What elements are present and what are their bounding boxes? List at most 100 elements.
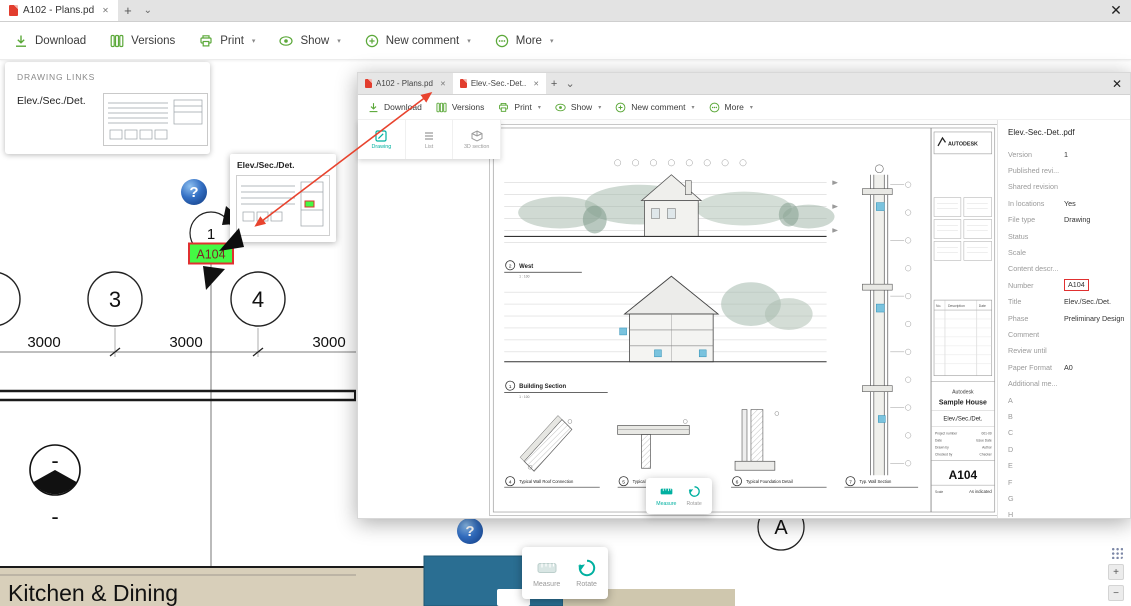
new-comment-button[interactable]: New comment ▾ [365,34,471,48]
new-comment-caret-icon: ▾ [692,104,695,111]
tab-label: A102 - Plans.pd [23,5,94,16]
sheet-detail-floor-connection [618,419,690,468]
details-row-label: File type [1008,215,1064,224]
download-button[interactable]: Download [14,34,86,48]
details-row-label: A [1008,396,1064,405]
details-row: Comment [1008,326,1126,342]
help-question-ball[interactable]: ? [181,179,207,205]
a104-drawing-link[interactable]: A104 [189,244,233,264]
print-button[interactable]: Print ▾ [199,34,255,48]
show-eye-icon [555,102,566,113]
view-mode-list[interactable]: List [406,120,454,159]
new-tab-button[interactable]: + [118,0,138,21]
sheet-drawing: 2 West 1 : 100 [490,125,998,515]
grid-bubble-3: 3 [88,272,142,326]
svg-text:Date: Date [979,304,986,308]
details-row-label: D [1008,445,1064,454]
rotate-button[interactable]: Rotate [686,485,701,507]
tab-list-chevron-icon[interactable]: ⌄ [138,0,158,21]
sheet-view-label-wall-section: 7 Typ. Wall Section [844,477,918,488]
details-row: A [1008,392,1126,408]
popup-tab-bar: A102 - Plans.pd ✕ Elev.-Sec.-Det.. ✕ + ⌄… [358,73,1130,95]
more-button[interactable]: More ▾ [709,102,753,113]
new-comment-button[interactable]: New comment ▾ [615,102,694,113]
details-row-value: Yes [1064,199,1076,208]
more-icon [495,34,509,48]
pdf-icon [365,79,372,88]
view-mode-3d-section[interactable]: 3D section [453,120,501,159]
close-popup-icon[interactable]: ✕ [1104,73,1130,94]
print-caret-icon: ▾ [538,104,541,111]
svg-text:2: 2 [509,263,512,269]
details-row: Published revi... [1008,162,1126,178]
link-preview-thumbnail [236,175,330,236]
details-row: E [1008,457,1126,473]
svg-text:A: A [774,517,788,539]
show-button[interactable]: Show ▾ [555,102,601,113]
details-row: File typeDrawing [1008,212,1126,228]
popup-tab-elev-sec-det[interactable]: Elev.-Sec.-Det.. ✕ [453,73,546,94]
measure-button[interactable]: Measure [656,485,676,507]
show-caret-icon: ▾ [337,37,341,45]
details-row: D [1008,441,1126,457]
grid-bubble-partial [0,272,20,326]
measure-label: Measure [533,581,560,588]
svg-text:Drawn by: Drawn by [935,445,949,449]
svg-text:A104: A104 [196,248,225,262]
link-preview-title: Elev./Sec./Det. [237,160,294,170]
help-question-ball-2[interactable]: ? [457,518,483,544]
popup-tab-a102-plans[interactable]: A102 - Plans.pd ✕ [358,73,453,94]
tab-list-chevron-icon[interactable]: ⌄ [562,73,578,94]
measure-rotate-popup: Measure Rotate [646,478,712,514]
svg-text:Building Section: Building Section [519,384,566,390]
tab-close-icon[interactable]: ✕ [533,80,539,88]
details-row-label: Published revi... [1008,166,1064,175]
details-row-label: E [1008,461,1064,470]
link-preview-tooltip[interactable]: Elev./Sec./Det. [230,154,336,242]
show-button[interactable]: Show ▾ [279,34,340,48]
sheet-viewport[interactable]: 2 West 1 : 100 [489,120,999,518]
tab-a102-plans[interactable]: A102 - Plans.pd ✕ [0,0,118,21]
measure-button[interactable]: Measure [533,558,560,588]
zoom-in-button[interactable]: + [1108,564,1124,580]
print-button[interactable]: Print ▾ [498,102,541,113]
drawing-link-thumbnail[interactable] [103,93,208,146]
room-label: Kitchen & Dining [8,580,178,606]
versions-button[interactable]: Versions [110,34,175,48]
svg-text:1: 1 [207,226,215,243]
details-row: Paper FormatA0 [1008,359,1126,375]
details-row-label: H [1008,510,1064,518]
new-tab-button[interactable]: + [546,73,562,94]
tab-label: A102 - Plans.pd [376,79,433,88]
versions-button[interactable]: Versions [436,102,485,113]
section-arrow-lower [203,266,225,290]
svg-text:Date: Date [935,438,942,442]
versions-label: Versions [131,35,175,47]
tab-close-icon[interactable]: ✕ [440,80,446,88]
apps-grid-button[interactable] [1110,546,1123,559]
drawing-link-elev-sec-det[interactable]: Elev./Sec./Det. [17,95,86,107]
details-row-value: Preliminary Design [1064,314,1124,323]
view-mode-drawing[interactable]: Drawing [358,120,406,159]
rotate-button[interactable]: Rotate [576,558,597,588]
details-row-label: Phase [1008,314,1064,323]
svg-text:Autodesk: Autodesk [952,390,974,396]
close-viewer-icon[interactable]: ✕ [1101,0,1131,21]
print-icon [498,102,509,113]
details-row: TitleElev./Sec./Det. [1008,294,1126,310]
tab-close-icon[interactable]: ✕ [102,6,109,15]
pdf-icon [9,5,18,16]
revision-table: No. Description Date [934,300,992,376]
view-mode-label: List [425,144,433,150]
svg-text:Elev./Sec./Det.: Elev./Sec./Det. [943,416,982,422]
main-tab-bar: A102 - Plans.pd ✕ + ⌄ ✕ [0,0,1131,22]
more-button[interactable]: More ▾ [495,34,554,48]
zoom-out-button[interactable]: − [1108,585,1124,601]
svg-text:3: 3 [109,287,121,312]
tab-label: Elev.-Sec.-Det.. [471,79,526,88]
tabbar-spacer [578,73,1104,94]
more-icon [709,102,720,113]
rotate-icon [688,485,701,498]
download-button[interactable]: Download [368,102,422,113]
details-row-value: A0 [1064,363,1073,372]
